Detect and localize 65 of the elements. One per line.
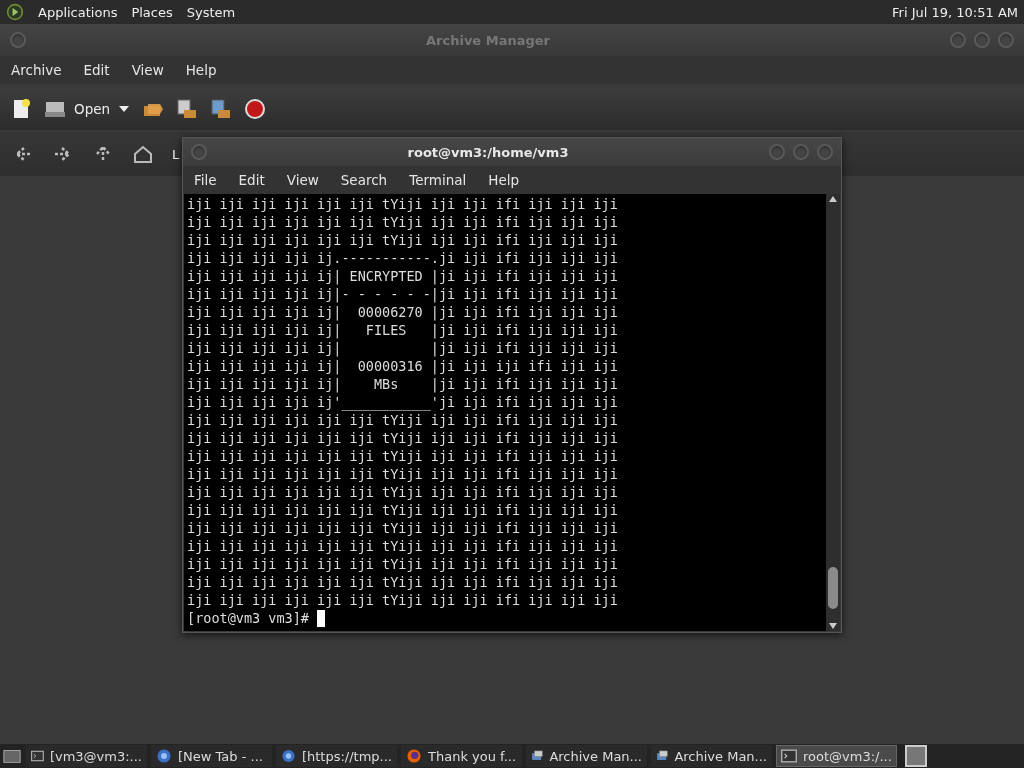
stop-icon[interactable]	[244, 98, 267, 120]
menu-item[interactable]: View	[124, 59, 171, 81]
task-button[interactable]: [vm3@vm3:...	[26, 745, 147, 767]
terminal-line: iji iji iji iji iji iji tYiji iji iji ifi iji iji iji	[187, 555, 619, 573]
terminal-line: iji iji iji iji ij| 00000316 |ji iji iji ifi iji iji	[187, 357, 619, 375]
clock: Fri Jul 19, 10:51 AM	[892, 4, 1018, 20]
home-icon[interactable]	[132, 143, 154, 165]
task-button[interactable]: Archive Man...	[651, 745, 772, 767]
terminal-line: iji iji iji iji ij'___________'ji iji ifi iji iji iji	[187, 393, 619, 411]
terminal-line: iji iji iji iji iji iji tYiji iji iji ifi iji iji iji	[187, 519, 619, 537]
scrollbar[interactable]	[826, 194, 840, 631]
terminal-line: iji iji iji iji iji iji tYiji iji iji ifi iji iji iji	[187, 465, 619, 483]
menu-item[interactable]: Search	[333, 169, 395, 191]
menu-item[interactable]: Terminal	[402, 169, 474, 191]
menu-item[interactable]: Help	[481, 169, 527, 191]
task-button[interactable]: [https://tmp...	[276, 745, 397, 767]
scroll-up-icon[interactable]	[829, 196, 837, 202]
terminal-line: iji iji iji iji iji iji tYiji iji iji ifi iji iji iji	[187, 537, 619, 555]
task-button[interactable]: root@vm3:/...	[776, 745, 897, 767]
globe-icon	[156, 748, 172, 764]
terminal-line: iji iji iji iji ij| |ji iji ifi iji iji iji	[187, 339, 619, 357]
panel-menu[interactable]: Applications	[38, 4, 118, 20]
terminal-line: iji iji iji iji ij| ENCRYPTED |ji iji ifi iji iji iji	[187, 267, 619, 285]
terminal-line: iji iji iji iji ij| MBs |ji iji ifi iji iji iji	[187, 375, 619, 393]
terminal-icon	[31, 748, 44, 764]
terminal-line: iji iji iji iji iji iji tYiji iji iji ifi iji iji iji	[187, 447, 619, 465]
terminal-line: iji iji iji iji ij.-----------.ji iji ifi iji iji iji	[187, 249, 619, 267]
location-label: L	[172, 146, 180, 162]
terminal-line: iji iji iji iji ij| 00006270 |ji iji ifi iji iji iji	[187, 303, 619, 321]
caret-icon[interactable]	[118, 105, 131, 113]
task-button[interactable]: Thank you f...	[401, 745, 522, 767]
menu-item[interactable]: Edit	[76, 59, 117, 81]
panel-menu[interactable]: System	[186, 4, 236, 20]
text-cursor	[316, 609, 325, 627]
menu-item[interactable]: Archive	[4, 59, 69, 81]
fox-globe-icon	[406, 748, 422, 764]
menu-item[interactable]: Edit	[231, 169, 272, 191]
terminal-line: iji iji iji iji ij|- - - - - -|ji iji ifi iji iji iji	[187, 285, 619, 303]
menu-item[interactable]: View	[279, 169, 326, 191]
globe-icon	[281, 748, 296, 764]
scroll-thumb[interactable]	[828, 567, 838, 609]
open-button[interactable]: Open	[44, 98, 131, 120]
panel-menu[interactable]: Places	[131, 4, 173, 20]
window-title: root@vm3:/home/vm3	[406, 144, 570, 160]
terminal-line: iji iji iji iji iji iji tYiji iji iji ifi iji iji iji	[187, 483, 619, 501]
task-button[interactable]: [New Tab - ...	[151, 745, 272, 767]
terminal-line: iji iji iji iji iji iji tYiji iji iji ifi iji iji iji	[187, 501, 619, 519]
window-title: Archive Manager	[425, 32, 551, 48]
terminal-icon	[781, 748, 797, 764]
terminal-line: iji iji iji iji iji iji tYiji iji iji ifi iji iji iji	[187, 573, 619, 591]
shell-prompt: [root@vm3 vm3]#	[187, 609, 309, 627]
menu-item[interactable]: File	[187, 169, 224, 191]
add-files-icon[interactable]	[176, 98, 199, 120]
app-menu-icon	[6, 3, 24, 21]
terminal-line: iji iji iji iji iji iji tYiji iji iji ifi iji iji iji	[187, 429, 619, 447]
terminal-line: iji iji iji iji iji iji tYiji iji iji ifi iji iji iji	[187, 195, 619, 213]
menu-item[interactable]: Help	[178, 59, 224, 81]
terminal-line: iji iji iji iji iji iji tYiji iji iji ifi iji iji iji	[187, 411, 619, 429]
terminal-line: iji iji iji iji iji iji tYiji iji iji ifi iji iji iji	[187, 591, 619, 609]
terminal-line: iji iji iji iji ij| FILES |ji iji ifi iji iji iji	[187, 321, 619, 339]
add-folder-icon[interactable]	[210, 98, 233, 120]
terminal-line: iji iji iji iji iji iji tYiji iji iji ifi iji iji iji	[187, 231, 619, 249]
scroll-down-icon[interactable]	[829, 623, 837, 629]
terminal-line: iji iji iji iji iji iji tYiji iji iji ifi iji iji iji	[187, 213, 619, 231]
task-button[interactable]: Archive Man...	[526, 745, 647, 767]
